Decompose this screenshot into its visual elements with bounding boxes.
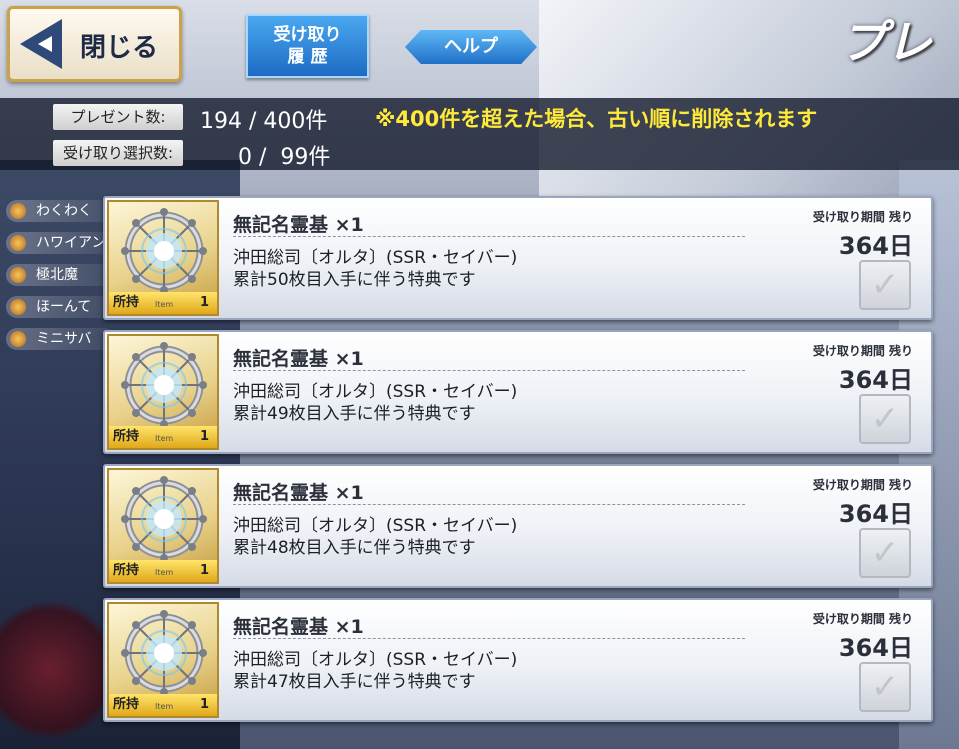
- gift-description: 沖田総司〔オルタ〕(SSR・セイバー) 累計49枚目入手に伴う特典です: [233, 381, 517, 425]
- days-remaining: 364日: [838, 634, 913, 662]
- saint-quartz-wheel-icon: [121, 342, 207, 428]
- divider: [233, 504, 745, 505]
- background-list-item: ハワイアン: [6, 232, 116, 254]
- select-checkbox[interactable]: ✓: [859, 662, 911, 712]
- item-tag: Item: [155, 568, 174, 577]
- saint-quartz-wheel-icon: [121, 208, 207, 294]
- history-button-label: 受け取り 履 歴: [273, 25, 342, 67]
- present-count-value: 194 / 400件: [200, 109, 328, 134]
- gift-description: 沖田総司〔オルタ〕(SSR・セイバー) 累計47枚目入手に伴う特典です: [233, 649, 517, 693]
- background-list-item: わくわく: [6, 200, 116, 222]
- gift-row[interactable]: 所持 Item 1 無記名霊基 ×1 沖田総司〔オルタ〕(SSR・セイバー) 累…: [103, 598, 933, 722]
- receive-period-label: 受け取り期間 残り: [812, 344, 913, 358]
- background-list-item: ほーんて: [6, 296, 116, 318]
- gift-item-name: 無記名霊基 ×1: [233, 214, 364, 236]
- owned-label: 所持: [113, 295, 140, 310]
- saint-quartz-wheel-icon: [121, 476, 207, 562]
- gift-description: 沖田総司〔オルタ〕(SSR・セイバー) 累計48枚目入手に伴う特典です: [233, 515, 517, 559]
- history-button[interactable]: 受け取り 履 歴: [246, 14, 369, 78]
- gift-item-name: 無記名霊基 ×1: [233, 616, 364, 638]
- checkmark-icon: ✓: [870, 399, 900, 439]
- owned-count-bar: 所持 Item 1: [109, 292, 217, 314]
- select-checkbox[interactable]: ✓: [859, 260, 911, 310]
- help-button-label: ヘルプ: [444, 36, 498, 57]
- gift-description-line2: 累計50枚目入手に伴う特典です: [233, 270, 476, 290]
- gift-description-line2: 累計49枚目入手に伴う特典です: [233, 404, 476, 424]
- gift-description-line1: 沖田総司〔オルタ〕(SSR・セイバー): [233, 516, 518, 536]
- select-checkbox[interactable]: ✓: [859, 528, 911, 578]
- top-bar: 閉じる 受け取り 履 歴 ヘルプ プレ: [0, 0, 959, 98]
- checkmark-icon: ✓: [870, 667, 900, 707]
- checkmark-icon: ✓: [870, 265, 900, 305]
- days-remaining: 364日: [838, 500, 913, 528]
- gift-row[interactable]: 所持 Item 1 無記名霊基 ×1 沖田総司〔オルタ〕(SSR・セイバー) 累…: [103, 464, 933, 588]
- owned-count: 1: [199, 429, 209, 444]
- gift-item-name: 無記名霊基 ×1: [233, 482, 364, 504]
- checkmark-icon: ✓: [870, 533, 900, 573]
- item-icon-frame: 所持 Item 1: [107, 334, 219, 450]
- item-tag: Item: [155, 434, 174, 443]
- selected-count-label: 受け取り選択数:: [53, 140, 183, 166]
- selected-count-value: 0 / 99件: [238, 145, 331, 170]
- item-tag: Item: [155, 300, 174, 309]
- item-icon-frame: 所持 Item 1: [107, 468, 219, 584]
- owned-label: 所持: [113, 429, 140, 444]
- gift-row[interactable]: 所持 Item 1 無記名霊基 ×1 沖田総司〔オルタ〕(SSR・セイバー) 累…: [103, 196, 933, 320]
- gift-description-line1: 沖田総司〔オルタ〕(SSR・セイバー): [233, 650, 518, 670]
- gift-item-name: 無記名霊基 ×1: [233, 348, 364, 370]
- gift-row[interactable]: 所持 Item 1 無記名霊基 ×1 沖田総司〔オルタ〕(SSR・セイバー) 累…: [103, 330, 933, 454]
- page-title: プレ: [840, 15, 932, 69]
- background-list-item: ミニサバ: [6, 328, 116, 350]
- owned-count: 1: [199, 563, 209, 578]
- receive-period-label: 受け取り期間 残り: [812, 612, 913, 626]
- owned-count-bar: 所持 Item 1: [109, 560, 217, 582]
- divider: [233, 638, 745, 639]
- saint-quartz-wheel-icon: [121, 610, 207, 696]
- present-count-label: プレゼント数:: [53, 104, 183, 130]
- days-remaining: 364日: [838, 366, 913, 394]
- owned-count: 1: [199, 697, 209, 712]
- days-remaining: 364日: [838, 232, 913, 260]
- receive-period-label: 受け取り期間 残り: [812, 478, 913, 492]
- gift-description-line1: 沖田総司〔オルタ〕(SSR・セイバー): [233, 248, 518, 268]
- owned-count: 1: [199, 295, 209, 310]
- item-tag: Item: [155, 702, 174, 711]
- background-emblem: [0, 600, 120, 740]
- owned-count-bar: 所持 Item 1: [109, 694, 217, 716]
- divider: [233, 236, 745, 237]
- gift-description-line2: 累計47枚目入手に伴う特典です: [233, 672, 476, 692]
- item-icon-frame: 所持 Item 1: [107, 200, 219, 316]
- gift-description-line2: 累計48枚目入手に伴う特典です: [233, 538, 476, 558]
- owned-label: 所持: [113, 697, 140, 712]
- close-button[interactable]: 閉じる: [7, 6, 182, 82]
- help-button[interactable]: ヘルプ: [405, 30, 537, 64]
- owned-label: 所持: [113, 563, 140, 578]
- owned-count-bar: 所持 Item 1: [109, 426, 217, 448]
- gift-description-line1: 沖田総司〔オルタ〕(SSR・セイバー): [233, 382, 518, 402]
- select-checkbox[interactable]: ✓: [859, 394, 911, 444]
- receive-period-label: 受け取り期間 残り: [812, 210, 913, 224]
- close-button-label: 閉じる: [80, 33, 159, 63]
- deletion-notice: ※400件を超えた場合、古い順に削除されます: [375, 107, 818, 131]
- background-list-item: 極北魔: [6, 264, 116, 286]
- item-icon-frame: 所持 Item 1: [107, 602, 219, 718]
- gift-description: 沖田総司〔オルタ〕(SSR・セイバー) 累計50枚目入手に伴う特典です: [233, 247, 517, 291]
- back-arrow-icon: [20, 19, 62, 69]
- divider: [233, 370, 745, 371]
